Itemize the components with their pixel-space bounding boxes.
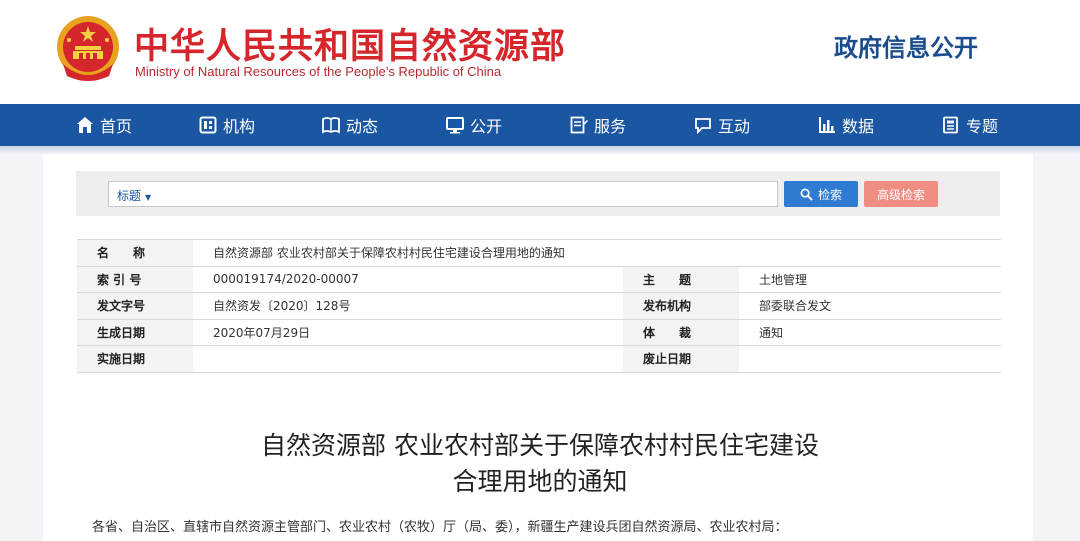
search-scope-dropdown[interactable]: 标题 ▼: [117, 187, 151, 204]
site-name-en[interactable]: Ministry of Natural Resources of the Peo…: [135, 64, 501, 79]
nav-item-label: 互动: [718, 117, 751, 136]
abolish-date-value: [739, 345, 1001, 373]
search-icon: [800, 188, 813, 201]
advanced-search-button[interactable]: 高级检索: [864, 181, 938, 207]
table-row: 索 引 号 000019174/2020-00007 主 题 土地管理: [77, 266, 1001, 293]
genre-value: 通知: [739, 319, 1001, 346]
nav-item-label: 动态: [346, 117, 379, 136]
document-salutation: 各省、自治区、直辖市自然资源主管部门、农业农村（农牧）厅（局、委），新疆生产建设…: [92, 520, 788, 535]
nav-item-org[interactable]: 机构: [199, 104, 255, 146]
bar-chart-icon: [819, 117, 835, 133]
subject-label: 主 题: [623, 266, 739, 293]
topic-icon: [943, 116, 958, 134]
nav-item-label: 机构: [223, 117, 256, 136]
document-title: 自然资源部 农业农村部关于保障农村村民住宅建设 合理用地的通知: [180, 428, 900, 500]
effective-date-value: [193, 345, 623, 373]
national-emblem-icon[interactable]: [55, 14, 121, 84]
nav-item-service[interactable]: 服务: [570, 104, 626, 146]
table-row: 发文字号 自然资发〔2020〕128号 发布机构 部委联合发文: [77, 292, 1001, 320]
nav-item-data[interactable]: 数据: [818, 104, 874, 146]
caret-down-icon: ▼: [145, 193, 152, 202]
monitor-icon: [446, 117, 464, 134]
created-date-label: 生成日期: [77, 319, 193, 346]
section-title[interactable]: 政府信息公开: [834, 28, 978, 63]
search-button-label: 检索: [817, 187, 842, 202]
nav-item-label: 专题: [966, 117, 999, 136]
search-input[interactable]: 标题 ▼: [108, 181, 778, 207]
subject-value: 土地管理: [739, 266, 1001, 293]
search-scope-label: 标题: [117, 189, 142, 203]
name-label: 名 称: [77, 239, 193, 267]
site-header: 中华人民共和国自然资源部 Ministry of Natural Resourc…: [0, 0, 1080, 104]
nav-item-interact[interactable]: 互动: [694, 104, 750, 146]
genre-label: 体 裁: [623, 319, 739, 346]
nav-item-label: 数据: [842, 117, 875, 136]
nav-item-topic[interactable]: 专题: [942, 104, 998, 146]
document-title-line-1: 自然资源部 农业农村部关于保障农村村民住宅建设: [261, 431, 819, 460]
docno-label: 发文字号: [77, 292, 193, 320]
site-name-cn[interactable]: 中华人民共和国自然资源部: [134, 18, 566, 69]
chat-icon: [695, 118, 711, 134]
issuer-value: 部委联合发文: [739, 292, 1001, 320]
nav-item-label: 服务: [594, 117, 627, 136]
name-value: 自然资源部 农业农村部关于保障农村村民住宅建设合理用地的通知: [193, 239, 1001, 267]
book-icon: [322, 117, 340, 134]
index-label: 索 引 号: [77, 266, 193, 293]
table-row: 生成日期 2020年07月29日 体 裁 通知: [77, 319, 1001, 346]
main-nav: 首页 机构 动态 公开 服务 互动 数据 专题: [0, 104, 1080, 146]
table-row: 名 称 自然资源部 农业农村部关于保障农村村民住宅建设合理用地的通知: [77, 239, 1001, 267]
created-date-value: 2020年07月29日: [193, 319, 623, 346]
org-icon: [199, 116, 217, 134]
document-metadata-table: 名 称 自然资源部 农业农村部关于保障农村村民住宅建设合理用地的通知 索 引 号…: [77, 239, 1001, 373]
nav-shadow: [0, 146, 1080, 154]
document-title-line-2: 合理用地的通知: [452, 467, 628, 496]
nav-item-public[interactable]: 公开: [446, 104, 502, 146]
table-row: 实施日期 废止日期: [77, 345, 1001, 373]
nav-item-home[interactable]: 首页: [76, 104, 132, 146]
docno-value: 自然资发〔2020〕128号: [193, 292, 623, 320]
edit-doc-icon: [570, 116, 588, 134]
nav-item-news[interactable]: 动态: [322, 104, 378, 146]
search-button[interactable]: 检索: [784, 181, 858, 207]
home-icon: [77, 117, 93, 133]
nav-item-label: 首页: [100, 117, 133, 136]
nav-item-label: 公开: [470, 117, 503, 136]
issuer-label: 发布机构: [623, 292, 739, 320]
abolish-date-label: 废止日期: [623, 345, 739, 373]
effective-date-label: 实施日期: [77, 345, 193, 373]
index-value: 000019174/2020-00007: [193, 266, 623, 293]
